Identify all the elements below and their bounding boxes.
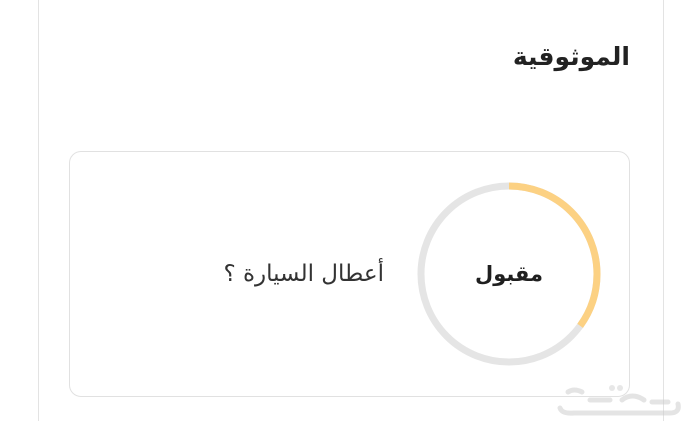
- page: الموثوقية أعطال السيارة ؟ مقبول: [0, 0, 700, 421]
- status-progress-ring: مقبول: [414, 179, 604, 369]
- status-label: مقبول: [474, 262, 544, 286]
- question-label: أعطال السيارة ؟: [223, 261, 384, 287]
- reliability-card: أعطال السيارة ؟ مقبول: [69, 151, 630, 397]
- haraj-logo-watermark-icon: [557, 385, 681, 416]
- section-title: الموثوقية: [512, 42, 630, 71]
